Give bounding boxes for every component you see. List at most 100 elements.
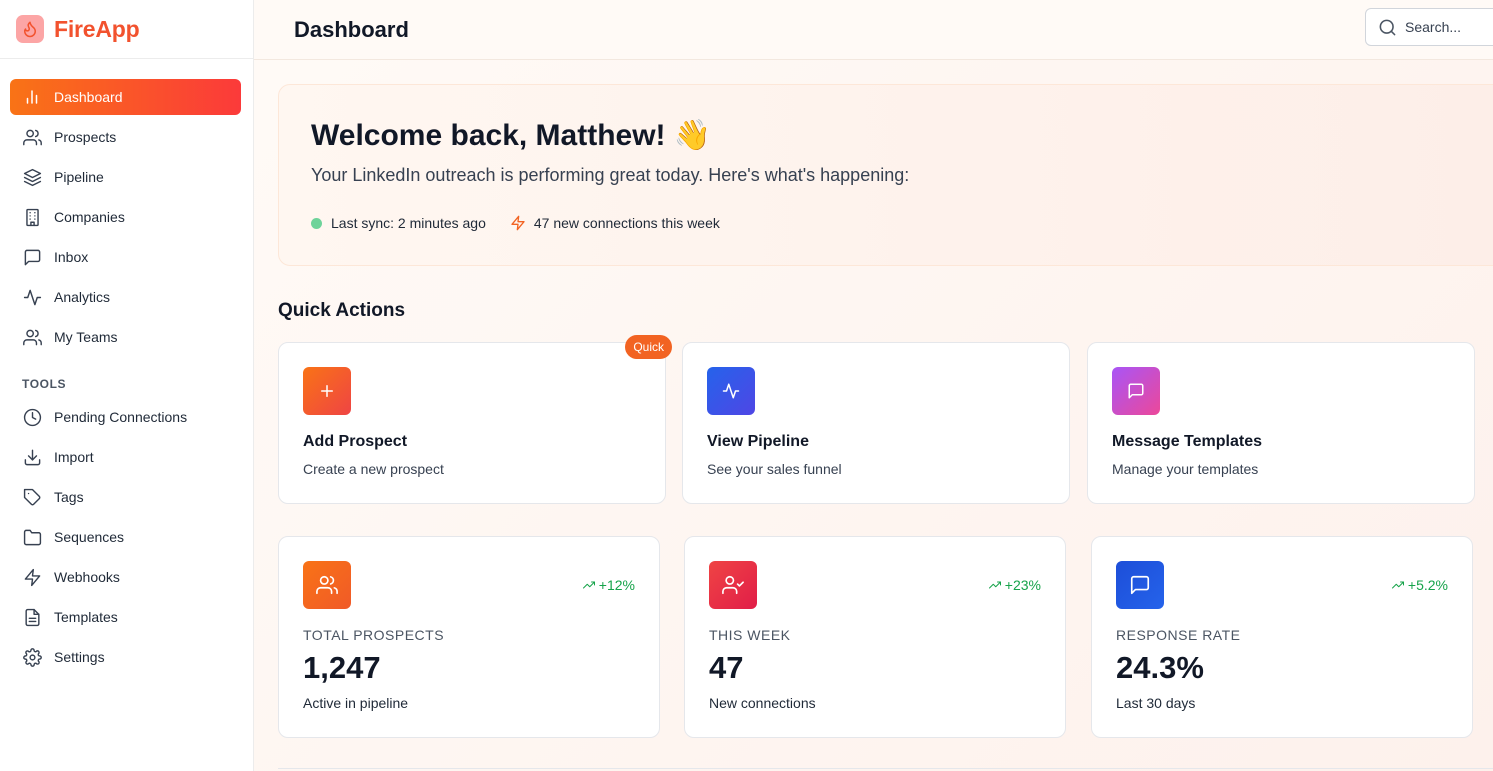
clock-icon <box>22 407 42 427</box>
sidebar-item-companies[interactable]: Companies <box>10 199 241 235</box>
users-icon <box>22 327 42 347</box>
sidebar-item-import[interactable]: Import <box>10 439 241 475</box>
welcome-meta: Last sync: 2 minutes ago 47 new connecti… <box>311 215 720 231</box>
sidebar-item-sequences[interactable]: Sequences <box>10 519 241 555</box>
trend-value: +5.2% <box>1407 577 1448 593</box>
view-pipeline-card[interactable]: View Pipeline See your sales funnel <box>682 342 1070 504</box>
sidebar: FireApp Dashboard Prospects Pipeline Com… <box>0 0 254 771</box>
stat-label: TOTAL PROSPECTS <box>303 627 445 643</box>
message-square-icon <box>22 247 42 267</box>
welcome-banner: Welcome back, Matthew! 👋 Your LinkedIn o… <box>278 84 1493 266</box>
sidebar-item-prospects[interactable]: Prospects <box>10 119 241 155</box>
sidebar-nav: Dashboard Prospects Pipeline Companies I… <box>0 59 253 675</box>
stat-card-total-prospects: +12% TOTAL PROSPECTS 1,247 Active in pip… <box>278 536 660 738</box>
zap-icon <box>510 215 526 231</box>
quick-action-name: Message Templates <box>1112 433 1262 450</box>
sidebar-item-inbox[interactable]: Inbox <box>10 239 241 275</box>
sidebar-item-label: Analytics <box>54 289 111 305</box>
status-dot-icon <box>311 217 322 229</box>
stat-desc: New connections <box>709 695 816 711</box>
sidebar-item-label: Prospects <box>54 129 117 145</box>
sidebar-item-tags[interactable]: Tags <box>10 479 241 515</box>
quick-action-name: Add Prospect <box>303 433 408 450</box>
zap-icon <box>22 567 42 587</box>
activity-icon <box>707 367 755 415</box>
stat-desc: Last 30 days <box>1116 695 1196 711</box>
top-header: Dashboard <box>254 0 1493 60</box>
trend-value: +12% <box>598 577 635 593</box>
page-title: Dashboard <box>294 16 409 42</box>
folder-icon <box>22 527 42 547</box>
stat-desc: Active in pipeline <box>303 695 409 711</box>
bar-chart-icon <box>22 87 42 107</box>
connections-note-text: 47 new connections this week <box>533 215 720 231</box>
trend-indicator: +23% <box>988 577 1041 593</box>
sidebar-item-label: Companies <box>54 209 125 225</box>
sidebar-item-label: Import <box>54 449 94 465</box>
sidebar-item-pipeline[interactable]: Pipeline <box>10 159 241 195</box>
sidebar-item-label: Settings <box>54 649 105 665</box>
search-input[interactable] <box>1405 19 1493 35</box>
sync-status: Last sync: 2 minutes ago <box>311 215 486 231</box>
message-square-icon <box>1112 367 1160 415</box>
sync-status-text: Last sync: 2 minutes ago <box>331 215 486 231</box>
message-square-icon <box>1116 561 1164 609</box>
building-icon <box>22 207 42 227</box>
sidebar-item-label: Pipeline <box>54 169 104 185</box>
quick-action-desc: See your sales funnel <box>707 461 842 477</box>
trend-indicator: +12% <box>582 577 635 593</box>
gear-icon <box>22 647 42 667</box>
welcome-title: Welcome back, Matthew! 👋 <box>311 119 712 152</box>
sidebar-item-my-teams[interactable]: My Teams <box>10 319 241 355</box>
plus-icon <box>303 367 351 415</box>
stat-label: RESPONSE RATE <box>1116 627 1241 643</box>
file-text-icon <box>22 607 42 627</box>
search-icon <box>1378 18 1397 37</box>
main-content: Welcome back, Matthew! 👋 Your LinkedIn o… <box>254 60 1493 771</box>
trending-up-icon <box>1391 581 1404 589</box>
welcome-subtitle: Your LinkedIn outreach is performing gre… <box>311 165 910 185</box>
stat-value: 47 <box>709 650 744 685</box>
sidebar-item-label: Sequences <box>54 529 125 545</box>
quick-actions-title: Quick Actions <box>278 300 406 321</box>
sidebar-item-label: Templates <box>54 609 118 625</box>
tools-heading: TOOLS <box>22 377 67 391</box>
add-prospect-card[interactable]: Quick Add Prospect Create a new prospect <box>278 335 672 504</box>
quick-action-name: View Pipeline <box>707 433 809 450</box>
sidebar-item-analytics[interactable]: Analytics <box>10 279 241 315</box>
stat-value: 24.3% <box>1116 650 1204 685</box>
search-box[interactable] <box>1365 8 1493 46</box>
activity-icon <box>22 287 42 307</box>
sidebar-item-templates[interactable]: Templates <box>10 599 241 635</box>
sidebar-item-label: My Teams <box>54 329 118 345</box>
stat-label: THIS WEEK <box>709 627 791 643</box>
sidebar-item-label: Inbox <box>54 249 89 265</box>
sidebar-item-label: Webhooks <box>54 569 120 585</box>
brand[interactable]: FireApp <box>0 0 253 59</box>
trend-value: +23% <box>1004 577 1041 593</box>
quick-action-desc: Manage your templates <box>1112 461 1259 477</box>
stat-card-this-week: +23% THIS WEEK 47 New connections <box>684 536 1066 738</box>
layers-icon <box>22 167 42 187</box>
users-icon <box>303 561 351 609</box>
stat-value: 1,247 <box>303 650 381 685</box>
users-icon <box>22 127 42 147</box>
sidebar-item-pending-connections[interactable]: Pending Connections <box>10 399 241 435</box>
message-templates-card[interactable]: Message Templates Manage your templates <box>1087 342 1475 504</box>
sidebar-item-dashboard[interactable]: Dashboard <box>10 79 241 115</box>
stat-card-response-rate: +5.2% RESPONSE RATE 24.3% Last 30 days <box>1091 536 1473 738</box>
flame-icon <box>16 15 44 43</box>
sidebar-item-label: Dashboard <box>54 89 123 105</box>
sidebar-item-settings[interactable]: Settings <box>10 639 241 675</box>
sidebar-item-webhooks[interactable]: Webhooks <box>10 559 241 595</box>
quick-badge: Quick <box>625 335 672 359</box>
sidebar-item-label: Tags <box>54 489 84 505</box>
download-icon <box>22 447 42 467</box>
user-check-icon <box>709 561 757 609</box>
trend-indicator: +5.2% <box>1391 577 1448 593</box>
app-name: FireApp <box>54 15 140 42</box>
trending-up-icon <box>582 581 595 589</box>
connections-note: 47 new connections this week <box>510 215 720 231</box>
trending-up-icon <box>988 581 1001 589</box>
tag-icon <box>22 487 42 507</box>
